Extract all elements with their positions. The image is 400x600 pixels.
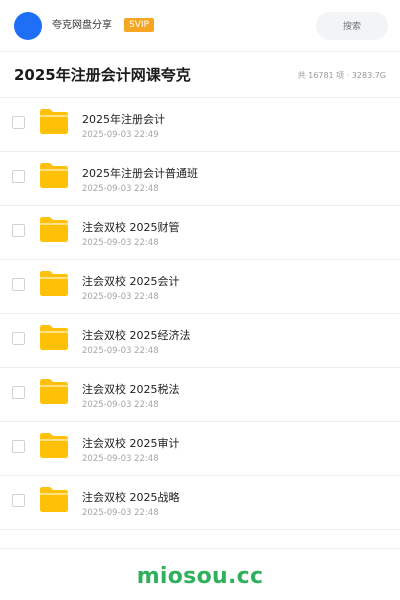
row-checkbox[interactable] [12,278,25,291]
file-date: 2025-09-03 22:48 [82,292,159,302]
file-date: 2025-09-03 22:48 [82,508,159,518]
folder-icon [40,109,68,134]
file-row[interactable]: 2025年注册会计 2025-09-03 22:49 [0,98,400,152]
footer: miosou.cc [0,548,400,600]
file-name[interactable]: 注会双校 2025战略 [82,490,180,505]
folder-icon [40,433,68,458]
row-checkbox[interactable] [12,440,25,453]
file-name[interactable]: 注会双校 2025会计 [82,274,180,289]
folder-icon [40,325,68,350]
file-row[interactable]: 注会双校 2025经济法 2025-09-03 22:48 [0,314,400,368]
svip-badge: SVIP [124,18,154,32]
file-name[interactable]: 2025年注册会计 [82,112,165,127]
row-checkbox[interactable] [12,170,25,183]
folder-icon [40,271,68,296]
file-date: 2025-09-03 22:48 [82,184,159,194]
brand-watermark: miosou.cc [136,564,264,589]
file-list: 2025年注册会计 2025-09-03 22:49 2025年注册会计普通班 … [0,98,400,530]
folder-icon [40,163,68,188]
folder-icon [40,487,68,512]
row-checkbox[interactable] [12,116,25,129]
file-date: 2025-09-03 22:48 [82,400,159,410]
search-input[interactable] [316,12,388,40]
file-name[interactable]: 注会双校 2025审计 [82,436,180,451]
avatar[interactable] [14,12,42,40]
file-row[interactable]: 注会双校 2025财管 2025-09-03 22:48 [0,206,400,260]
row-checkbox[interactable] [12,494,25,507]
top-header: 夸克网盘分享 SVIP [0,0,400,52]
file-date: 2025-09-03 22:49 [82,130,159,140]
file-row[interactable]: 注会双校 2025审计 2025-09-03 22:48 [0,422,400,476]
file-row[interactable]: 2025年注册会计普通班 2025-09-03 22:48 [0,152,400,206]
file-row[interactable]: 注会双校 2025会计 2025-09-03 22:48 [0,260,400,314]
file-name[interactable]: 2025年注册会计普通班 [82,166,198,181]
row-checkbox[interactable] [12,386,25,399]
page-title: 2025年注册会计网课夸克 [14,66,191,84]
file-row[interactable]: 注会双校 2025战略 2025-09-03 22:48 [0,476,400,530]
row-checkbox[interactable] [12,224,25,237]
file-date: 2025-09-03 22:48 [82,346,159,356]
file-date: 2025-09-03 22:48 [82,454,159,464]
user-name: 夸克网盘分享 [52,20,112,31]
file-name[interactable]: 注会双校 2025财管 [82,220,180,235]
share-summary: 共 16781 项 · 3283.7G [297,71,386,80]
share-title-bar: 2025年注册会计网课夸克 共 16781 项 · 3283.7G [0,52,400,98]
file-row[interactable]: 注会双校 2025税法 2025-09-03 22:48 [0,368,400,422]
file-name[interactable]: 注会双校 2025经济法 [82,328,191,343]
file-date: 2025-09-03 22:48 [82,238,159,248]
file-name[interactable]: 注会双校 2025税法 [82,382,180,397]
folder-icon [40,217,68,242]
folder-icon [40,379,68,404]
row-checkbox[interactable] [12,332,25,345]
